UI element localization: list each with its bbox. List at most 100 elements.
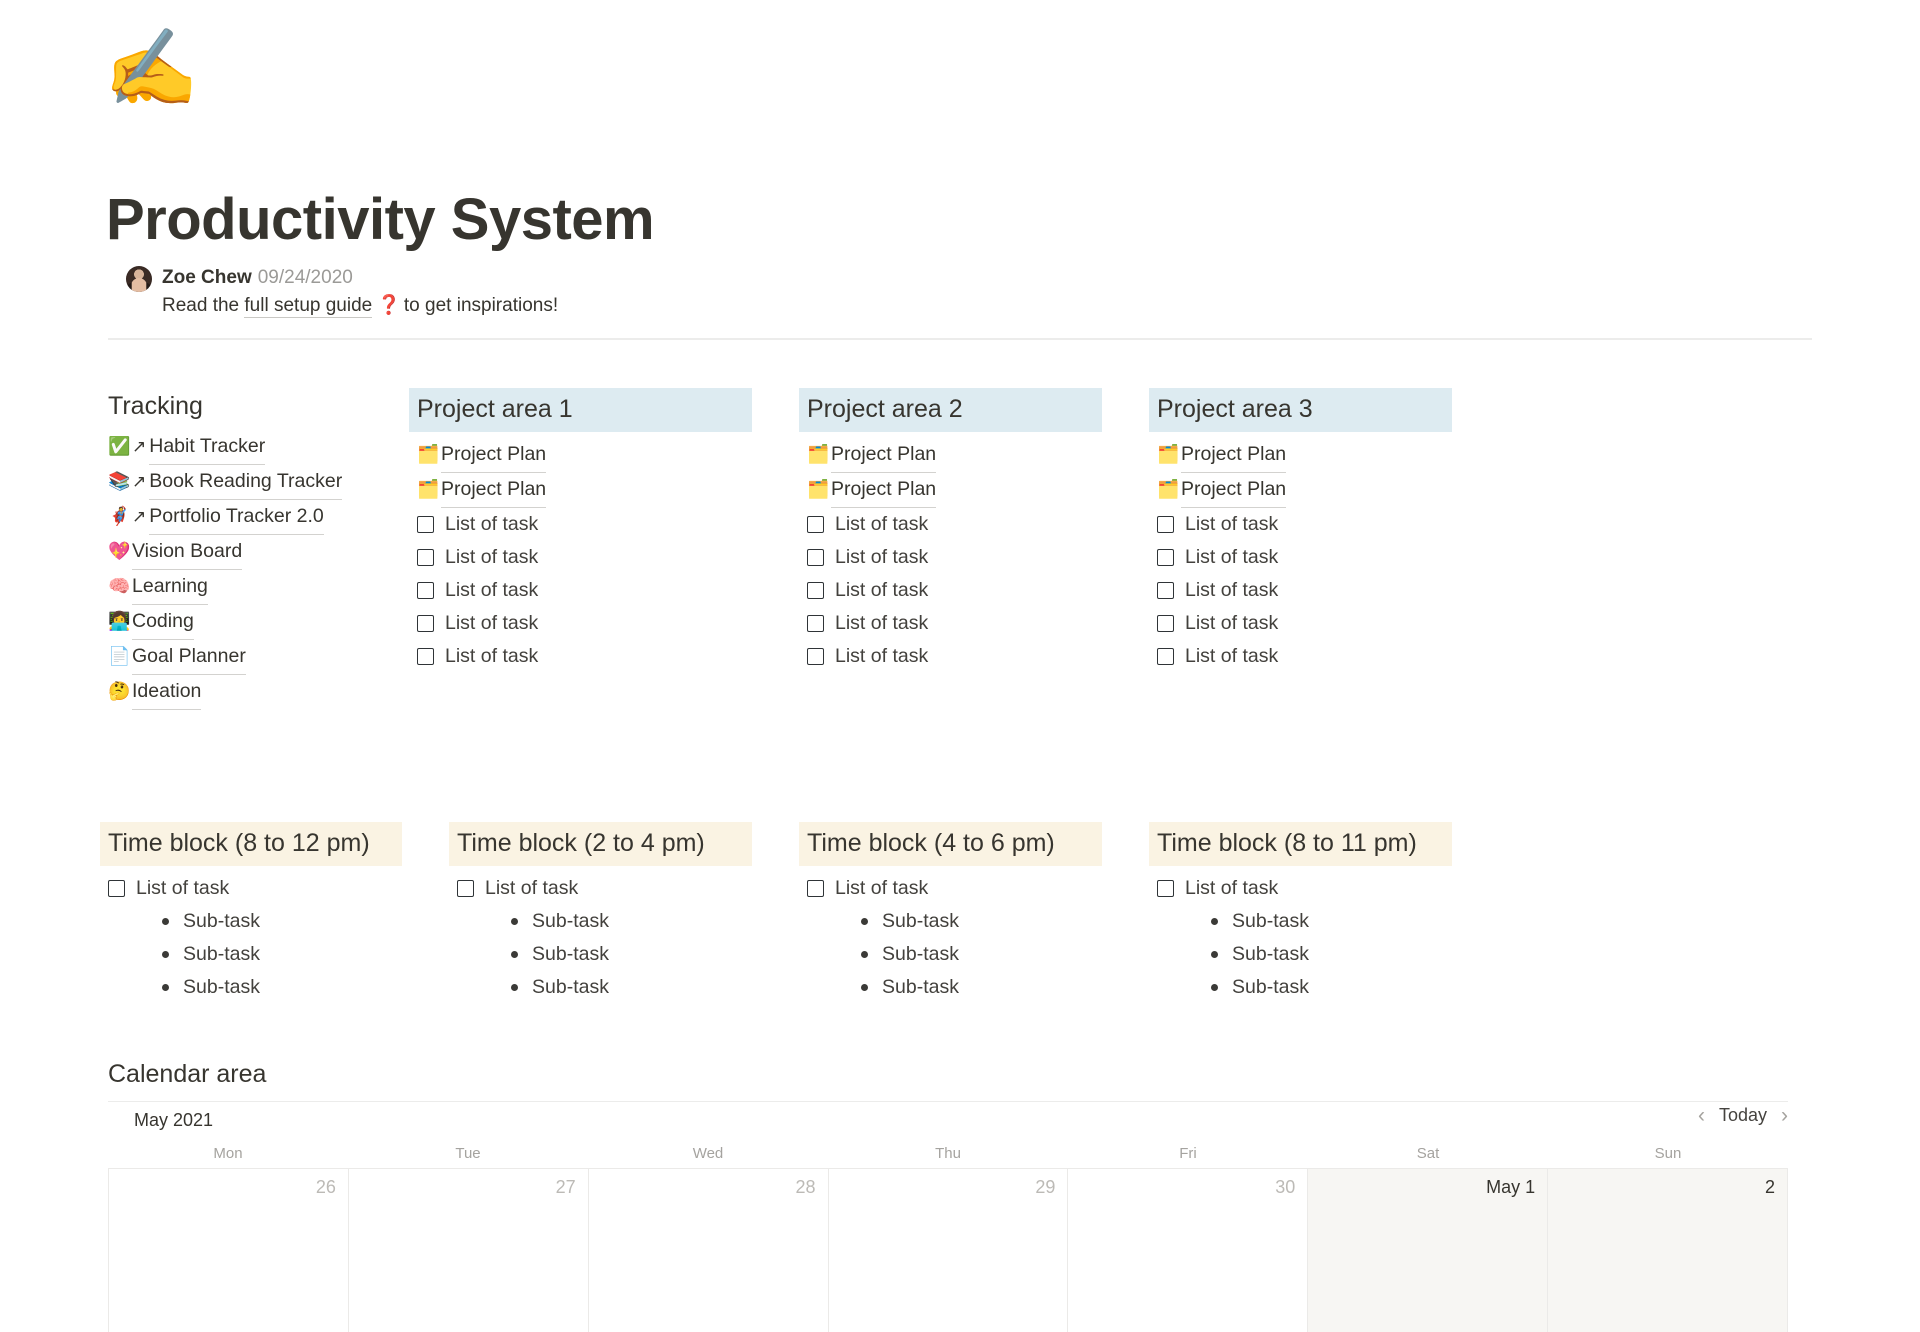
- task-item[interactable]: List of task: [807, 640, 1102, 673]
- calendar-day-cell[interactable]: 2: [1548, 1169, 1788, 1332]
- task-item[interactable]: List of task: [417, 574, 752, 607]
- link-label[interactable]: Learning: [132, 570, 208, 605]
- checkbox-icon[interactable]: [807, 615, 824, 632]
- calendar-day-cell[interactable]: May 1: [1308, 1169, 1549, 1332]
- link-item[interactable]: 👩‍💻 Coding: [108, 605, 408, 640]
- subtask-item[interactable]: Sub-task: [807, 971, 1102, 1004]
- checkbox-icon[interactable]: [807, 648, 824, 665]
- task-item[interactable]: List of task: [1157, 607, 1452, 640]
- checkbox-icon[interactable]: [1157, 615, 1174, 632]
- checkbox-icon[interactable]: [1157, 549, 1174, 566]
- link-item[interactable]: 🤔 Ideation: [108, 675, 408, 710]
- task-item[interactable]: List of task: [807, 574, 1102, 607]
- task-item[interactable]: List of task: [1157, 574, 1452, 607]
- checkbox-icon[interactable]: [1157, 516, 1174, 533]
- author-date: 09/24/2020: [257, 267, 353, 288]
- calendar-day-cell[interactable]: 27: [348, 1169, 589, 1332]
- subtask-item[interactable]: Sub-task: [807, 905, 1102, 938]
- page-root: ✍️ Productivity System Zoe Chew 09/24/202…: [0, 0, 1920, 1332]
- column-body: 🗂️ Project Plan 🗂️ Project Plan List of task…: [1149, 438, 1452, 673]
- subtask-item[interactable]: Sub-task: [1157, 938, 1452, 971]
- link-item[interactable]: 🗂️ Project Plan: [1157, 473, 1452, 508]
- task-item[interactable]: List of task: [1157, 541, 1452, 574]
- link-emoji-icon: 🧠: [108, 576, 131, 597]
- task-item[interactable]: List of task: [417, 640, 752, 673]
- calendar-day-number: 26: [315, 1177, 336, 1197]
- link-label[interactable]: Book Reading Tracker: [149, 465, 343, 500]
- checkbox-icon[interactable]: [1157, 880, 1174, 897]
- subtask-item[interactable]: Sub-task: [457, 905, 752, 938]
- checkbox-icon[interactable]: [417, 615, 434, 632]
- link-label[interactable]: Project Plan: [441, 438, 547, 473]
- subtask-item[interactable]: Sub-task: [108, 938, 402, 971]
- link-item[interactable]: 📚 ↗ Book Reading Tracker: [108, 465, 408, 500]
- link-label[interactable]: Portfolio Tracker 2.0: [149, 500, 324, 535]
- link-emoji-icon: ✅: [108, 436, 131, 457]
- checkbox-icon[interactable]: [417, 516, 434, 533]
- link-label[interactable]: Vision Board: [132, 535, 243, 570]
- task-item[interactable]: List of task: [108, 872, 402, 905]
- checkbox-icon[interactable]: [807, 516, 824, 533]
- calendar-day-cell[interactable]: 28: [588, 1169, 829, 1332]
- subtask-item[interactable]: Sub-task: [807, 938, 1102, 971]
- link-item[interactable]: 📄 Goal Planner: [108, 640, 408, 675]
- column-heading: Project area 1: [409, 388, 752, 432]
- checkbox-icon[interactable]: [1157, 648, 1174, 665]
- checkbox-icon[interactable]: [457, 880, 474, 897]
- task-item[interactable]: List of task: [807, 607, 1102, 640]
- full-setup-guide-link[interactable]: full setup guide: [244, 295, 373, 318]
- link-item[interactable]: 🗂️ Project Plan: [807, 438, 1102, 473]
- link-item[interactable]: 🗂️ Project Plan: [1157, 438, 1452, 473]
- link-item[interactable]: 🗂️ Project Plan: [417, 438, 752, 473]
- checkbox-icon[interactable]: [1157, 582, 1174, 599]
- calendar-day-cell[interactable]: 26: [109, 1169, 349, 1332]
- link-label[interactable]: Coding: [132, 605, 194, 640]
- subtask-item[interactable]: Sub-task: [108, 905, 402, 938]
- link-label[interactable]: Project Plan: [441, 473, 547, 508]
- link-emoji-icon: 🤔: [108, 681, 131, 702]
- link-label[interactable]: Project Plan: [831, 473, 937, 508]
- checkbox-icon[interactable]: [108, 880, 125, 897]
- subtask-label: Sub-task: [183, 976, 260, 998]
- checkbox-icon[interactable]: [417, 648, 434, 665]
- task-item[interactable]: List of task: [807, 541, 1102, 574]
- checkbox-icon[interactable]: [807, 549, 824, 566]
- task-item[interactable]: List of task: [417, 541, 752, 574]
- task-item[interactable]: List of task: [457, 872, 752, 905]
- link-item[interactable]: ✅ ↗ Habit Tracker: [108, 430, 408, 465]
- subtask-item[interactable]: Sub-task: [457, 971, 752, 1004]
- checkbox-icon[interactable]: [417, 582, 434, 599]
- calendar-day-number: May 1: [1486, 1177, 1536, 1197]
- task-item[interactable]: List of task: [807, 508, 1102, 541]
- link-item[interactable]: 💖 Vision Board: [108, 535, 408, 570]
- subtask-item[interactable]: Sub-task: [1157, 971, 1452, 1004]
- chevron-left-icon[interactable]: ‹: [1698, 1105, 1705, 1126]
- task-item[interactable]: List of task: [1157, 872, 1452, 905]
- task-item[interactable]: List of task: [1157, 640, 1452, 673]
- checkbox-icon[interactable]: [807, 582, 824, 599]
- chevron-right-icon[interactable]: ›: [1781, 1105, 1788, 1126]
- subtask-item[interactable]: Sub-task: [108, 971, 402, 1004]
- task-item[interactable]: List of task: [417, 508, 752, 541]
- link-label[interactable]: Project Plan: [831, 438, 937, 473]
- checkbox-icon[interactable]: [417, 549, 434, 566]
- task-item[interactable]: List of task: [807, 872, 1102, 905]
- link-label[interactable]: Habit Tracker: [149, 430, 266, 465]
- link-item[interactable]: 🧠 Learning: [108, 570, 408, 605]
- task-item[interactable]: List of task: [417, 607, 752, 640]
- link-label[interactable]: Goal Planner: [132, 640, 246, 675]
- subtask-item[interactable]: Sub-task: [457, 938, 752, 971]
- link-item[interactable]: 🗂️ Project Plan: [807, 473, 1102, 508]
- link-label[interactable]: Project Plan: [1181, 438, 1287, 473]
- calendar-day-cell[interactable]: 30: [1068, 1169, 1309, 1332]
- link-item[interactable]: 🦸 ↗ Portfolio Tracker 2.0: [108, 500, 408, 535]
- subtask-item[interactable]: Sub-task: [1157, 905, 1452, 938]
- task-item[interactable]: List of task: [1157, 508, 1452, 541]
- checkbox-icon[interactable]: [807, 880, 824, 897]
- calendar-day-cell[interactable]: 29: [828, 1169, 1069, 1332]
- today-button[interactable]: Today: [1719, 1105, 1767, 1126]
- link-label[interactable]: Ideation: [132, 675, 202, 710]
- cover-emoji-icon: ✍️: [104, 23, 199, 112]
- link-item[interactable]: 🗂️ Project Plan: [417, 473, 752, 508]
- link-label[interactable]: Project Plan: [1181, 473, 1287, 508]
